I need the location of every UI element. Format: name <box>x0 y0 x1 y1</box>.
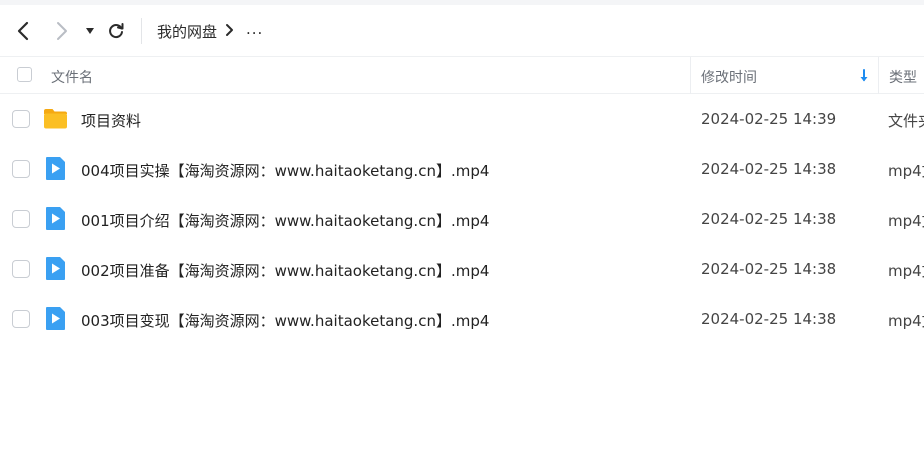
forward-button[interactable] <box>51 20 73 42</box>
column-name-header[interactable]: 文件名 <box>51 67 93 87</box>
window-top-strip <box>0 0 924 5</box>
toolbar: 我的网盘 ... <box>0 6 924 56</box>
row-checkbox[interactable] <box>12 310 30 328</box>
sort-descending-icon[interactable] <box>859 68 869 87</box>
toolbar-divider <box>141 18 142 44</box>
file-row[interactable]: 001项目介绍【海淘资源网：www.haitaoketang.cn】.mp4 2… <box>0 194 924 244</box>
file-row[interactable]: 项目资料 2024-02-25 14:39 文件夹 <box>0 94 924 144</box>
file-type: mp4文件 <box>888 212 924 230</box>
file-modified-time: 2024-02-25 14:38 <box>701 310 837 328</box>
folder-icon <box>43 106 68 131</box>
file-list: 项目资料 2024-02-25 14:39 文件夹 004项目实操【海淘资源网：… <box>0 94 924 344</box>
file-name: 001项目介绍【海淘资源网：www.haitaoketang.cn】.mp4 <box>81 212 490 230</box>
refresh-icon <box>109 23 124 39</box>
file-modified-time: 2024-02-25 14:38 <box>701 210 837 228</box>
video-file-icon <box>43 256 68 281</box>
file-type: mp4文件 <box>888 262 924 280</box>
column-header: 文件名 修改时间 类型 <box>0 56 924 94</box>
caret-down-icon <box>86 28 94 34</box>
column-divider[interactable] <box>878 57 879 94</box>
file-row[interactable]: 004项目实操【海淘资源网：www.haitaoketang.cn】.mp4 2… <box>0 144 924 194</box>
chevron-right-icon <box>225 22 235 41</box>
file-row[interactable]: 002项目准备【海淘资源网：www.haitaoketang.cn】.mp4 2… <box>0 244 924 294</box>
breadcrumb-root[interactable]: 我的网盘 <box>157 21 217 42</box>
select-all-checkbox[interactable] <box>17 67 32 82</box>
file-name: 004项目实操【海淘资源网：www.haitaoketang.cn】.mp4 <box>81 162 490 180</box>
column-divider[interactable] <box>690 57 691 94</box>
file-type: mp4文件 <box>888 312 924 330</box>
file-modified-time: 2024-02-25 14:38 <box>701 160 837 178</box>
file-row[interactable]: 003项目变现【海淘资源网：www.haitaoketang.cn】.mp4 2… <box>0 294 924 344</box>
column-type-header[interactable]: 类型 <box>889 67 917 87</box>
file-name: 003项目变现【海淘资源网：www.haitaoketang.cn】.mp4 <box>81 312 490 330</box>
file-type: 文件夹 <box>888 112 924 130</box>
row-checkbox[interactable] <box>12 210 30 228</box>
file-modified-time: 2024-02-25 14:38 <box>701 260 837 278</box>
row-checkbox[interactable] <box>12 160 30 178</box>
breadcrumb-more[interactable]: ... <box>246 20 263 38</box>
video-file-icon <box>43 156 68 181</box>
column-modified-header[interactable]: 修改时间 <box>701 67 757 87</box>
chevron-right-icon <box>57 22 67 40</box>
file-name: 项目资料 <box>81 112 142 130</box>
row-checkbox[interactable] <box>12 260 30 278</box>
video-file-icon <box>43 206 68 231</box>
video-file-icon <box>43 306 68 331</box>
chevron-left-icon <box>17 21 29 41</box>
history-dropdown-button[interactable] <box>80 20 100 42</box>
file-type: mp4文件 <box>888 162 924 180</box>
refresh-button[interactable] <box>105 20 127 42</box>
row-checkbox[interactable] <box>12 110 30 128</box>
file-name: 002项目准备【海淘资源网：www.haitaoketang.cn】.mp4 <box>81 262 490 280</box>
file-modified-time: 2024-02-25 14:39 <box>701 110 837 128</box>
back-button[interactable] <box>12 20 34 42</box>
